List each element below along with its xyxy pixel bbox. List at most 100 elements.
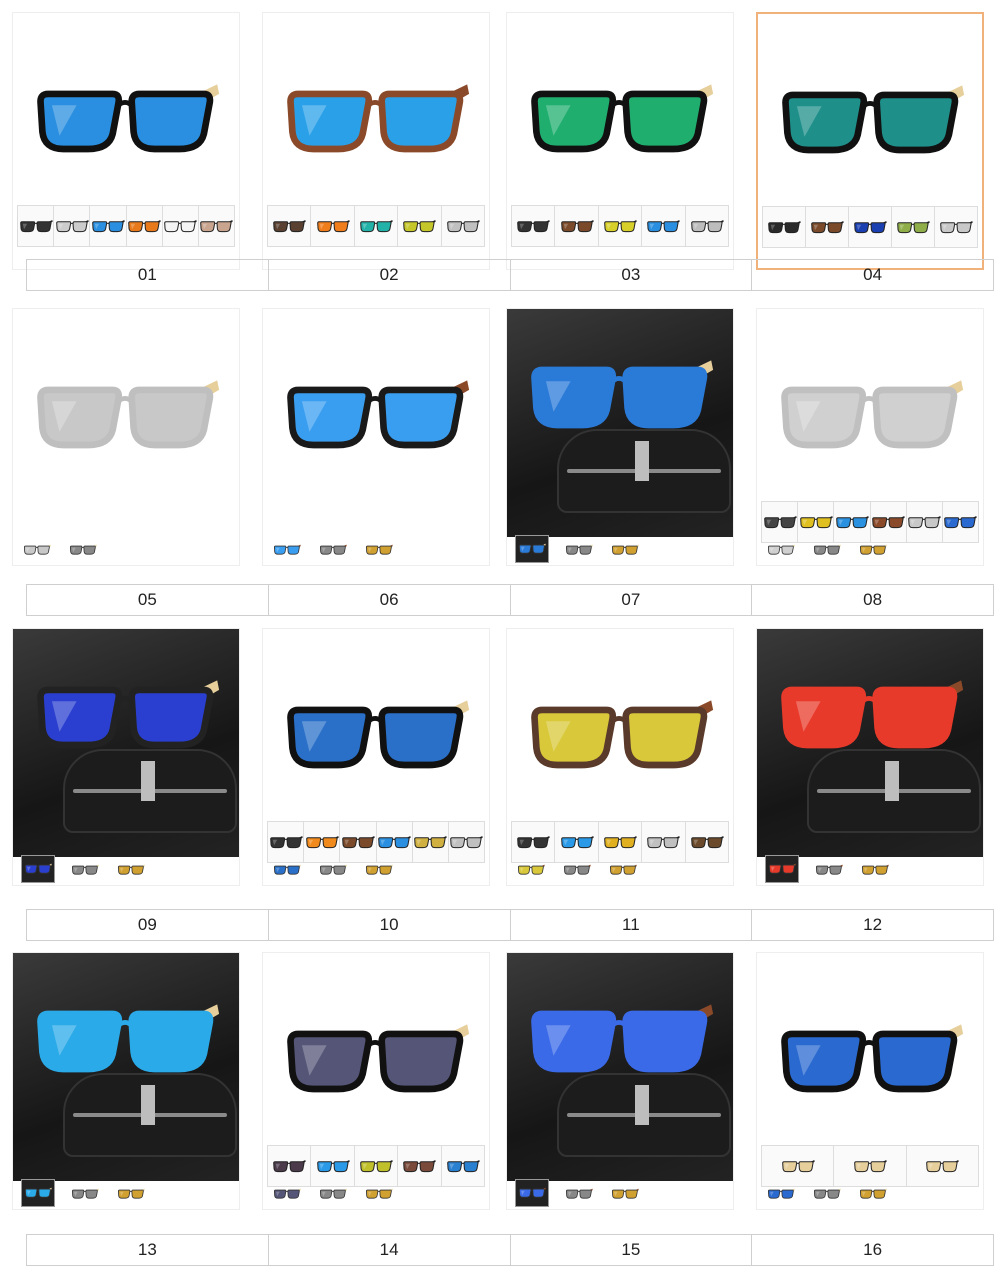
thumbnail[interactable]	[811, 537, 843, 563]
thumbnail[interactable]	[609, 537, 641, 563]
thumbnail[interactable]	[515, 1179, 549, 1207]
thumbnail[interactable]	[607, 857, 639, 883]
sunglasses-icon	[854, 220, 887, 233]
product-number: 13	[27, 1235, 269, 1265]
sunglasses-icon	[287, 1024, 470, 1093]
thumbnail[interactable]	[765, 1181, 797, 1207]
product-card[interactable]	[12, 952, 240, 1210]
sunglasses-icon	[872, 515, 905, 528]
sunglasses-icon	[767, 1188, 795, 1199]
thumbnail[interactable]	[811, 1181, 843, 1207]
product-card[interactable]	[12, 308, 240, 566]
thumbnail[interactable]	[271, 857, 303, 883]
color-swatch[interactable]	[163, 206, 199, 246]
thumbnail[interactable]	[857, 1181, 889, 1207]
color-swatch[interactable]	[54, 206, 91, 246]
thumbnail[interactable]	[363, 857, 395, 883]
sunglasses-icon	[117, 864, 145, 875]
product-card[interactable]	[756, 628, 984, 886]
color-swatch[interactable]	[907, 502, 943, 542]
thumbnail[interactable]	[115, 1181, 147, 1207]
sunglasses-icon	[518, 1187, 546, 1198]
thumbnail[interactable]	[21, 537, 53, 563]
product-number: 16	[863, 1240, 883, 1259]
thumbnail[interactable]	[857, 537, 889, 563]
product-card[interactable]	[12, 628, 240, 886]
color-swatch[interactable]	[442, 206, 484, 246]
color-swatch[interactable]	[268, 206, 312, 246]
product-photo	[13, 309, 239, 497]
thumbnail[interactable]	[69, 857, 101, 883]
sunglasses-icon	[287, 380, 470, 449]
thumbnail[interactable]	[563, 537, 595, 563]
color-swatch[interactable]	[907, 1146, 978, 1186]
product-card[interactable]	[506, 628, 734, 886]
color-swatch[interactable]	[18, 206, 55, 246]
thumbnail[interactable]	[363, 1181, 395, 1207]
thumbnail[interactable]	[515, 535, 549, 563]
color-swatch[interactable]	[599, 206, 643, 246]
sunglasses-icon	[273, 864, 301, 875]
thumbnail[interactable]	[69, 1181, 101, 1207]
product-card[interactable]	[12, 12, 240, 270]
thumbnail[interactable]	[563, 1181, 595, 1207]
color-swatch[interactable]	[686, 206, 728, 246]
thumbnail[interactable]	[561, 857, 593, 883]
thumbnail[interactable]	[317, 537, 349, 563]
color-swatch[interactable]	[199, 206, 234, 246]
thumbnail[interactable]	[859, 857, 891, 883]
sunglasses-icon	[403, 1159, 437, 1172]
sunglasses-icon	[691, 219, 724, 232]
product-card[interactable]	[506, 952, 734, 1210]
product-card[interactable]	[262, 952, 490, 1210]
color-swatch[interactable]	[555, 206, 599, 246]
sunglasses-icon	[414, 835, 447, 848]
color-swatch[interactable]	[442, 1146, 484, 1186]
thumbnail-row	[515, 853, 639, 883]
product-card[interactable]	[262, 308, 490, 566]
thumbnail[interactable]	[363, 537, 395, 563]
product-card[interactable]	[262, 628, 490, 886]
thumbnail[interactable]	[317, 1181, 349, 1207]
thumbnail[interactable]	[765, 855, 799, 883]
color-swatch[interactable]	[892, 207, 935, 247]
color-swatch[interactable]	[512, 206, 556, 246]
thumbnail[interactable]	[317, 857, 349, 883]
product-card[interactable]	[262, 12, 490, 270]
thumbnail[interactable]	[765, 537, 797, 563]
color-swatch[interactable]	[642, 206, 686, 246]
thumbnail[interactable]	[21, 1179, 55, 1207]
color-swatch[interactable]	[806, 207, 849, 247]
thumbnail[interactable]	[115, 857, 147, 883]
sunglasses-icon	[450, 835, 484, 848]
color-swatch[interactable]	[943, 502, 978, 542]
product-card[interactable]	[506, 308, 734, 566]
thumbnail[interactable]	[609, 1181, 641, 1207]
color-swatch[interactable]	[127, 206, 163, 246]
color-swatch[interactable]	[449, 822, 484, 862]
color-swatch[interactable]	[311, 206, 355, 246]
color-swatch[interactable]	[686, 822, 728, 862]
thumbnail[interactable]	[67, 537, 99, 563]
product-card[interactable]	[756, 952, 984, 1210]
thumbnail[interactable]	[271, 537, 303, 563]
thumbnail[interactable]	[271, 1181, 303, 1207]
color-swatch[interactable]	[398, 1146, 442, 1186]
color-swatch[interactable]	[849, 207, 892, 247]
thumbnail-row	[21, 1177, 147, 1207]
thumbnail[interactable]	[21, 855, 55, 883]
product-card[interactable]	[506, 12, 734, 270]
product-card[interactable]	[756, 308, 984, 566]
color-swatch[interactable]	[642, 822, 686, 862]
product-card[interactable]	[756, 12, 984, 270]
color-swatch[interactable]	[90, 206, 127, 246]
color-swatch[interactable]	[763, 207, 806, 247]
thumbnail[interactable]	[813, 857, 845, 883]
color-swatch[interactable]	[355, 206, 399, 246]
sunglasses-icon	[611, 1188, 639, 1199]
color-swatch[interactable]	[398, 206, 442, 246]
thumbnail[interactable]	[515, 857, 547, 883]
color-swatch[interactable]	[413, 822, 449, 862]
thumbnail-row	[515, 1177, 641, 1207]
color-swatch[interactable]	[935, 207, 977, 247]
